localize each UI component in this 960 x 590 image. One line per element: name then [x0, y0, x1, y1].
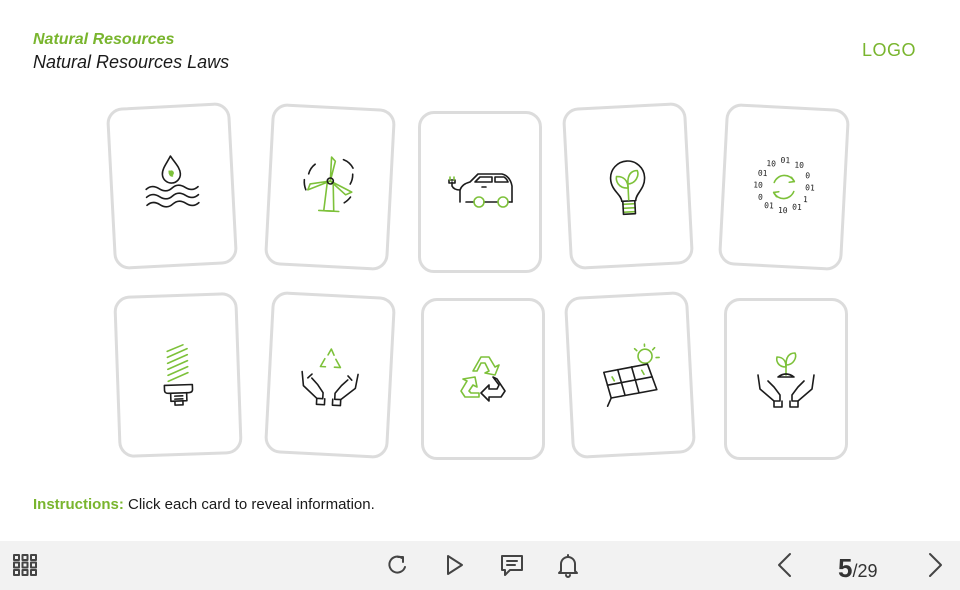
card-wind[interactable]: [263, 102, 397, 272]
replay-button[interactable]: [381, 549, 413, 581]
play-button[interactable]: [438, 549, 470, 581]
electric-car-icon: [448, 173, 513, 208]
svg-text:01: 01: [792, 202, 802, 212]
card-eco-bulb[interactable]: [561, 101, 695, 271]
card-water[interactable]: [105, 101, 239, 271]
chevron-right-icon: [929, 553, 942, 577]
notifications-button[interactable]: [552, 549, 584, 581]
card-hands-recycle[interactable]: [263, 290, 397, 460]
play-icon: [447, 555, 463, 575]
notes-button[interactable]: [496, 549, 528, 581]
instructions-label: Instructions:: [33, 496, 124, 513]
svg-text:10: 10: [766, 159, 776, 169]
total-pages: /29: [852, 561, 878, 581]
bell-icon: [558, 554, 578, 578]
instructions: Instructions: Click each card to reveal …: [33, 496, 375, 513]
svg-text:1: 1: [803, 195, 808, 204]
svg-text:01: 01: [758, 169, 768, 179]
chevron-left-icon: [778, 553, 791, 577]
player-toolbar: [0, 541, 960, 590]
wind-turbine-icon: [303, 156, 354, 213]
hands-recycle-icon: [301, 348, 359, 407]
card-hands-seedling[interactable]: [724, 298, 848, 460]
eco-lightbulb-icon: [609, 160, 646, 216]
hands-seedling-icon: [757, 352, 815, 408]
svg-text:10: 10: [778, 206, 788, 216]
recycle-arrows-icon: [460, 356, 506, 402]
card-binary-cycle[interactable]: 01 10 0 01 1 01 10 01 0 10 01 10: [717, 102, 851, 272]
card-solar-panel[interactable]: [563, 290, 697, 460]
card-recycle-arrows[interactable]: [421, 298, 545, 460]
logo: LOGO: [862, 40, 917, 60]
svg-text:0: 0: [805, 171, 810, 180]
water-drop-waves-icon: [145, 155, 200, 208]
svg-text:01: 01: [780, 156, 790, 166]
current-page: 5: [838, 553, 853, 583]
prev-slide-button[interactable]: [770, 549, 802, 581]
notes-icon: [501, 555, 523, 576]
card-electric-car[interactable]: [418, 111, 542, 273]
menu-button[interactable]: [9, 549, 41, 581]
replay-icon: [388, 555, 406, 574]
card-energy-bulb[interactable]: [113, 291, 243, 459]
grid-menu-icon: [13, 554, 37, 576]
course-title: Natural Resources: [33, 31, 175, 48]
svg-text:0: 0: [758, 193, 763, 202]
energy-saving-bulb-icon: [163, 344, 194, 406]
svg-text:10: 10: [753, 180, 763, 190]
slide-title: Natural Resources Laws: [33, 52, 230, 72]
binary-cycle-icon: 01 10 0 01 1 01 10 01 0 10 01 10: [753, 156, 815, 216]
svg-text:10: 10: [794, 161, 804, 171]
svg-text:01: 01: [764, 201, 774, 211]
svg-text:01: 01: [805, 183, 815, 193]
instructions-text: Click each card to reveal information.: [123, 496, 375, 513]
next-slide-button[interactable]: [918, 549, 950, 581]
page-counter: 5/29: [838, 553, 878, 583]
solar-panel-icon: [603, 343, 660, 408]
